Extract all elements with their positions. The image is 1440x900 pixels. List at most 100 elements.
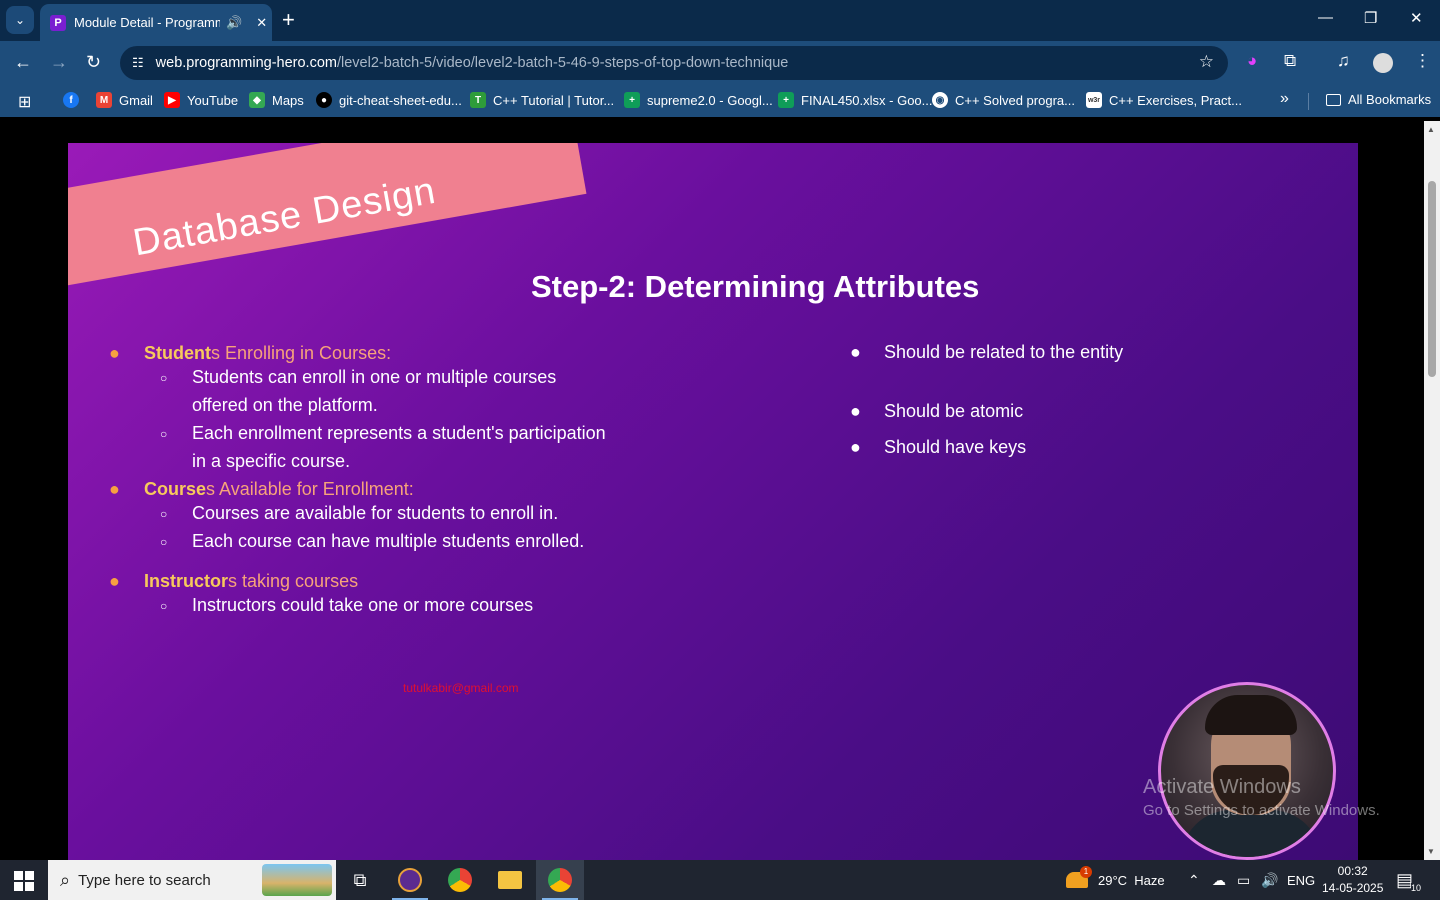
folder-icon — [498, 871, 522, 889]
taskbar-app-file-explorer[interactable] — [486, 860, 534, 900]
all-bookmarks-label: All Bookmarks — [1348, 92, 1432, 107]
bookmark-star-icon[interactable]: ☆ — [1199, 52, 1214, 72]
tutorial-icon: T — [470, 92, 486, 108]
right-point-text: Should be atomic — [884, 401, 1024, 421]
github-icon: ● — [316, 92, 332, 108]
url-host: web.programming-hero.com — [155, 55, 337, 71]
extensions-puzzle-icon[interactable]: ⧉ — [1284, 51, 1296, 71]
webcam-hair — [1205, 695, 1297, 735]
profile-avatar[interactable] — [1373, 53, 1393, 73]
app-icon — [398, 868, 422, 892]
divider — [1308, 93, 1309, 110]
windows-taskbar: ⌕ Type here to search ⧉ 1 29°C Haze ⌃ ☁ … — [0, 860, 1440, 900]
cloud-offline-icon[interactable]: ☁ — [1212, 860, 1226, 900]
bullet-dot: ● — [109, 571, 120, 591]
list-item: ○ Students can enroll in one or multiple… — [160, 363, 612, 419]
taskbar-search-box[interactable]: ⌕ Type here to search — [48, 860, 336, 900]
list-item-text: Each enrollment represents a student's p… — [192, 423, 606, 471]
weather-temp: 29°C — [1098, 872, 1128, 888]
section-instructors: ● Instructors taking courses — [109, 571, 359, 592]
chevron-up-icon[interactable]: ⌃ — [1188, 860, 1200, 900]
volume-icon[interactable]: 🔊 — [1261, 860, 1278, 900]
taskbar-app-learning[interactable] — [386, 860, 434, 900]
activate-windows-subtitle: Go to Settings to activate Windows. — [1143, 802, 1380, 819]
site-info-icon[interactable]: ☷ — [132, 55, 144, 71]
scroll-down-icon[interactable]: ▼ — [1427, 847, 1435, 856]
task-view-icon: ⧉ — [353, 869, 367, 890]
address-bar[interactable]: ☷ web.programming-hero.com/level2-batch-… — [120, 46, 1228, 80]
scroll-up-icon[interactable]: ▲ — [1427, 125, 1435, 134]
taskbar-app-chrome[interactable] — [436, 860, 484, 900]
right-point: ● Should be related to the entity — [850, 341, 1124, 363]
sheets-icon: + — [624, 92, 640, 108]
apps-grid-icon[interactable]: ⊞ — [18, 92, 31, 112]
section-heading: s taking courses — [228, 571, 359, 591]
slide-title: Step-2: Determining Attributes — [531, 269, 980, 304]
section-highlight: Instructor — [144, 571, 229, 591]
bookmark-gmail[interactable]: M Gmail — [96, 92, 153, 108]
scroll-thumb[interactable] — [1428, 181, 1436, 377]
menu-kebab-icon[interactable]: ⋮ — [1414, 51, 1431, 71]
maps-icon: ◆ — [249, 92, 265, 108]
chrome-icon — [448, 868, 472, 892]
speaker-icon[interactable]: 🔊 — [226, 15, 242, 31]
section-students: ● Students Enrolling in Courses: — [109, 343, 392, 364]
language-indicator[interactable]: ENG — [1287, 860, 1315, 900]
bookmark-final450[interactable]: + FINAL450.xlsx - Goo... — [778, 92, 933, 108]
bookmarks-overflow-icon[interactable]: » — [1280, 90, 1289, 108]
extension-icon[interactable]: ◕ — [1247, 51, 1257, 71]
all-bookmarks-button[interactable]: All Bookmarks — [1326, 92, 1431, 107]
restore-button[interactable]: ❐ — [1364, 9, 1377, 27]
circle-bullet-icon: ○ — [160, 371, 168, 385]
globe-icon: ◉ — [932, 92, 948, 108]
activate-windows-title: Activate Windows — [1143, 776, 1301, 798]
bookmark-cpp-exercises[interactable]: w3r C++ Exercises, Pract... — [1086, 92, 1242, 108]
minimize-button[interactable]: — — [1318, 9, 1333, 26]
network-icon[interactable]: ▭ — [1237, 860, 1250, 900]
search-highlight-image — [262, 864, 332, 896]
section-heading: s Enrolling in Courses: — [211, 343, 392, 363]
bookmark-supreme[interactable]: + supreme2.0 - Googl... — [624, 92, 773, 108]
weather-condition: Haze — [1134, 872, 1165, 888]
section-courses: ● Courses Available for Enrollment: — [109, 479, 414, 500]
tab-close-icon[interactable]: ✕ — [256, 15, 267, 31]
tab-strip: ⌄ P Module Detail - Programming Hero 🔊 ✕… — [0, 0, 1440, 41]
reload-icon[interactable]: ↻ — [86, 52, 101, 72]
bookmark-cpp-tutorial[interactable]: T C++ Tutorial | Tutor... — [470, 92, 614, 108]
clock-date: 14-05-2025 — [1322, 881, 1384, 895]
bookmark-label: C++ Exercises, Pract... — [1109, 92, 1242, 108]
windows-start-icon[interactable] — [14, 871, 34, 891]
bookmark-youtube[interactable]: ▶ YouTube — [164, 92, 238, 108]
notification-count: 10 — [1411, 882, 1422, 893]
tab-search-button[interactable]: ⌄ — [6, 6, 34, 34]
back-arrow-icon[interactable]: ← — [14, 52, 32, 72]
notifications-button[interactable]: ▤ 10 — [1396, 860, 1422, 900]
new-tab-button[interactable]: + — [282, 8, 295, 32]
bookmarks-bar: ⊞ f M Gmail ▶ YouTube ◆ Maps ● git-cheat… — [0, 85, 1440, 117]
list-item-text: Students can enroll in one or multiple c… — [192, 367, 557, 415]
right-point: ● Should have keys — [850, 436, 1124, 458]
bookmark-maps[interactable]: ◆ Maps — [249, 92, 304, 108]
bookmark-facebook[interactable]: f — [63, 92, 86, 108]
tab-module-detail[interactable]: P Module Detail - Programming Hero 🔊 ✕ — [40, 4, 272, 41]
video-slide[interactable]: Database Design Step-2: Determining Attr… — [68, 143, 1358, 860]
bookmark-label: C++ Tutorial | Tutor... — [493, 92, 615, 108]
weather-widget[interactable]: 1 29°C Haze — [1066, 860, 1165, 900]
bookmark-label: git-cheat-sheet-edu... — [339, 92, 462, 108]
page-scrollbar[interactable]: ▲ ▼ — [1424, 121, 1440, 860]
bookmark-label: FINAL450.xlsx - Goo... — [801, 92, 933, 108]
watermark-email: tutulkabir@gmail.com — [403, 681, 519, 695]
section-highlight: Course — [144, 479, 207, 499]
bookmark-cpp-solved[interactable]: ◉ C++ Solved progra... — [932, 92, 1075, 108]
clock[interactable]: 00:32 14-05-2025 — [1322, 860, 1383, 900]
list-item-text: Instructors could take one or more cours… — [192, 595, 534, 615]
circle-bullet-icon: ○ — [160, 427, 168, 441]
url-path: /level2-batch-5/video/level2-batch-5-46-… — [336, 55, 789, 71]
close-window-button[interactable]: ✕ — [1410, 9, 1423, 27]
task-view-button[interactable]: ⧉ — [336, 860, 384, 900]
right-point-text: Should have keys — [884, 437, 1027, 457]
bookmark-git-cheat-sheet[interactable]: ● git-cheat-sheet-edu... — [316, 92, 462, 108]
taskbar-app-chrome-profile[interactable] — [536, 860, 584, 900]
media-control-icon[interactable]: ♫ — [1337, 51, 1350, 71]
forward-arrow-icon[interactable]: → — [50, 52, 68, 72]
